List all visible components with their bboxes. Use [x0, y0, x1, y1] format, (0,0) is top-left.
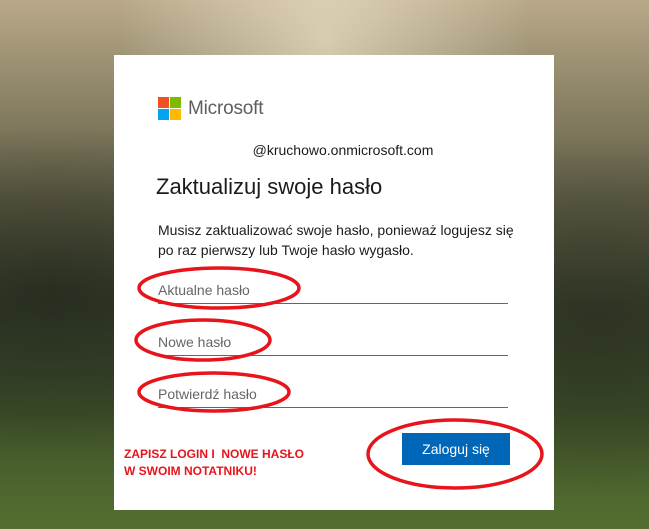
annotation-line-2: W SWOIM NOTATNIKU! — [124, 464, 257, 478]
page-description: Musisz zaktualizować swoje hasło, poniew… — [158, 222, 514, 258]
new-password-input[interactable] — [158, 329, 508, 356]
windows-logo-icon — [158, 97, 181, 120]
current-password-input[interactable] — [158, 277, 508, 304]
brand-name: Microsoft — [188, 97, 264, 119]
page-title: Zaktualizuj swoje hasło — [156, 174, 383, 199]
sign-in-card: Microsoft @kruchowo.onmicrosoft.com Zakt… — [114, 55, 554, 510]
sign-in-button[interactable]: Zaloguj się — [402, 433, 510, 465]
microsoft-logo: Microsoft — [158, 97, 263, 120]
annotation-note: ZAPISZ LOGIN I NOWE HASŁO W SWOIM NOTATN… — [124, 446, 354, 480]
account-identifier: @kruchowo.onmicrosoft.com — [252, 142, 434, 158]
confirm-password-input[interactable] — [158, 381, 508, 408]
annotation-line-1: ZAPISZ LOGIN I NOWE HASŁO — [124, 447, 304, 461]
